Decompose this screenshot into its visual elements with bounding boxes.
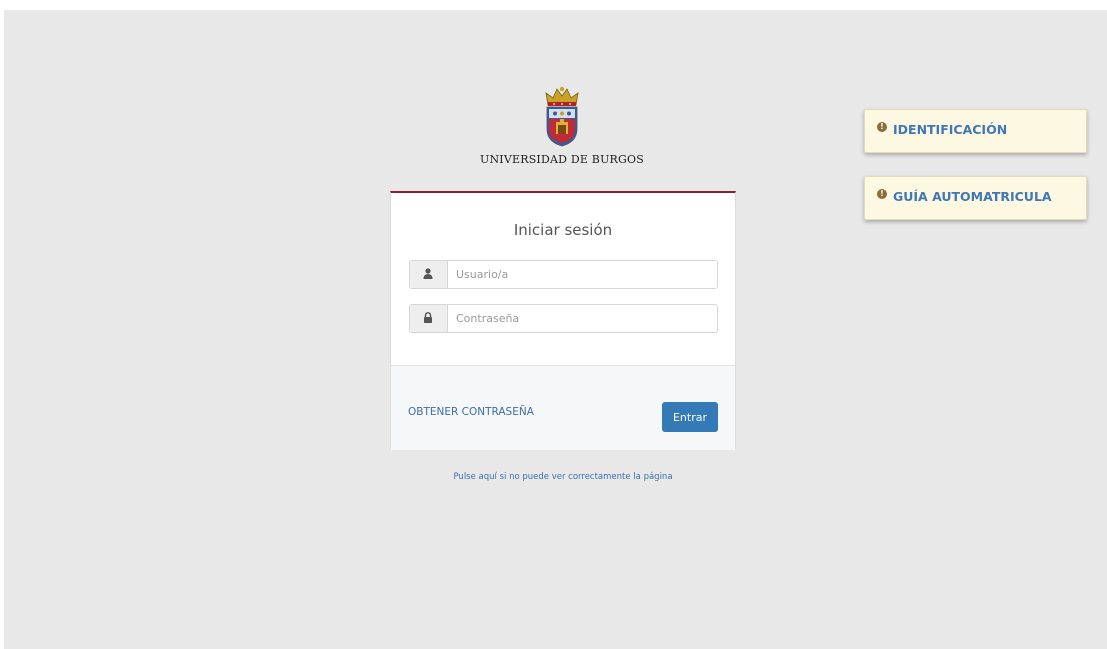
username-addon (410, 261, 448, 288)
login-card-footer: OBTENER CONTRASEÑA Entrar (391, 365, 735, 450)
user-icon (423, 268, 433, 279)
login-button[interactable]: Entrar (662, 402, 718, 432)
lock-icon (424, 312, 432, 323)
get-password-link[interactable]: OBTENER CONTRASEÑA (408, 406, 534, 418)
university-name: UNIVERSIDAD DE BURGOS (480, 153, 644, 166)
login-card: Iniciar sesión OBTENER CONTRASEÑA Entrar (390, 191, 736, 450)
username-input[interactable] (448, 261, 716, 288)
university-crest-icon (545, 86, 579, 147)
guia-automatricula-label: GUÍA AUTOMATRICULA (893, 189, 1052, 204)
password-addon (410, 305, 448, 332)
username-field (409, 260, 718, 289)
exclamation-circle-icon: ! (877, 189, 887, 199)
guia-automatricula-note[interactable]: ! GUÍA AUTOMATRICULA (864, 176, 1087, 220)
identificacion-note[interactable]: ! IDENTIFICACIÓN (864, 109, 1087, 153)
identificacion-label: IDENTIFICACIÓN (893, 122, 1008, 137)
display-help-link[interactable]: Pulse aquí si no puede ver correctamente… (390, 472, 736, 482)
password-input[interactable] (448, 305, 716, 332)
password-field (409, 304, 718, 333)
login-title: Iniciar sesión (513, 221, 613, 239)
exclamation-circle-icon: ! (877, 122, 887, 132)
